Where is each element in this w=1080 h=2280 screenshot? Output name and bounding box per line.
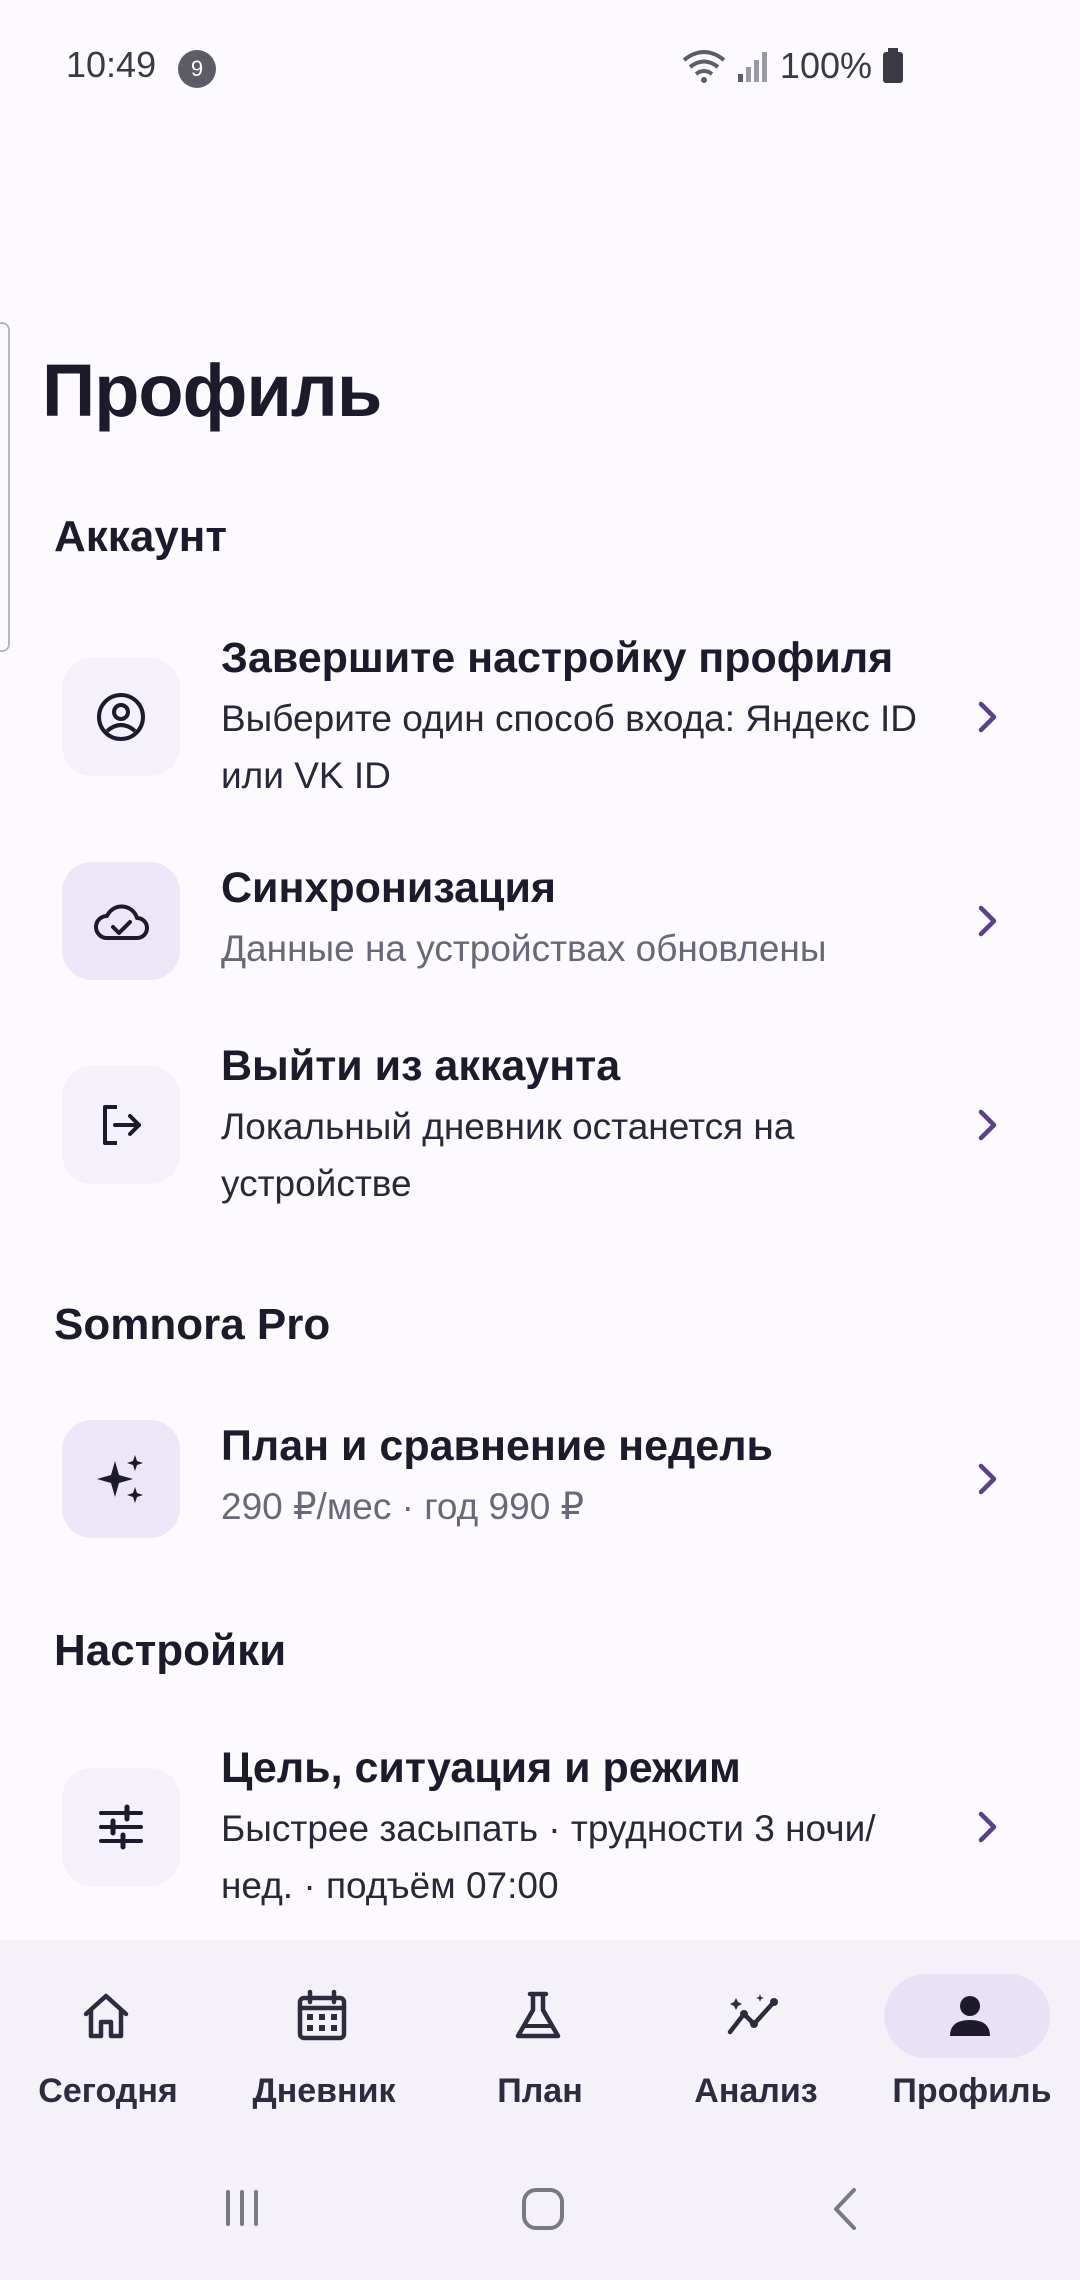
- logout-icon-tile: [62, 1066, 180, 1184]
- user-circle-icon: [97, 693, 145, 741]
- nav-label-analysis: Анализ: [694, 2072, 818, 2110]
- nav-label-today: Сегодня: [38, 2072, 178, 2110]
- section-header-settings: Настройки: [54, 1626, 287, 1675]
- page-title: Профиль: [42, 349, 382, 432]
- status-icons: 100%: [682, 44, 904, 88]
- nav-tab-diary[interactable]: Дневник: [216, 1940, 432, 2140]
- nav-tab-plan[interactable]: План: [432, 1940, 648, 2140]
- profile-setup-title: Завершите настройку профиля: [221, 634, 894, 682]
- chevron-right-icon: [978, 1109, 997, 1141]
- section-header-pro: Somnora Pro: [54, 1300, 331, 1349]
- profile-setup-row[interactable]: Завершите настройку профиля Выберите оди…: [0, 626, 1080, 806]
- home-icon: [83, 1993, 129, 2039]
- chevron-right-icon: [978, 701, 997, 733]
- goal-settings-subtitle: Быстрее засыпать · трудности 3 ночи/нед.…: [221, 1808, 876, 1906]
- profile-setup-subtitle: Выберите один способ входа: Яндекс ID ил…: [221, 698, 918, 796]
- battery-percentage: 100%: [779, 45, 872, 86]
- signal-icon: [737, 52, 767, 82]
- wifi-icon: [682, 50, 726, 83]
- nav-tab-profile[interactable]: Профиль: [864, 1940, 1080, 2140]
- sync-status-subtitle: Данные на устройствах обновлены: [221, 928, 827, 969]
- sliders-icon: [99, 1804, 143, 1850]
- goal-settings-icon-tile: [62, 1768, 180, 1886]
- recent-apps-icon[interactable]: [222, 2188, 262, 2228]
- nav-label-plan: План: [497, 2072, 583, 2110]
- calendar-icon: [297, 1989, 347, 2041]
- sync-row[interactable]: Синхронизация Данные на устройствах обно…: [0, 850, 1080, 990]
- sync-title: Синхронизация: [221, 864, 556, 912]
- logout-title: Выйти из аккаунта: [221, 1042, 621, 1090]
- pro-plan-title: План и сравнение недель: [221, 1422, 773, 1470]
- status-bar: 10:49 9 100%: [0, 0, 1080, 134]
- bottom-navigation-bar: Сегодня Дневник План Анализ Профиль: [0, 1940, 1080, 2140]
- section-header-account: Аккаунт: [54, 512, 227, 561]
- notification-count-badge: 9: [178, 50, 216, 88]
- chevron-right-icon: [978, 1463, 997, 1495]
- status-time: 10:49: [66, 44, 157, 85]
- battery-icon: [883, 48, 903, 83]
- pro-plan-price: 290 ₽/мес · год 990 ₽: [221, 1486, 585, 1527]
- chevron-right-icon: [978, 905, 997, 937]
- nav-label-profile: Профиль: [892, 2072, 1052, 2110]
- logout-subtitle: Локальный дневник останется на устройств…: [221, 1106, 795, 1204]
- system-navigation-bar: [0, 2140, 1080, 2280]
- edge-panel-handle[interactable]: [0, 322, 10, 652]
- sparkles-icon: [97, 1455, 143, 1503]
- nav-tab-analysis[interactable]: Анализ: [648, 1940, 864, 2140]
- profile-setup-icon-tile: [62, 658, 180, 776]
- cloud-check-icon: [94, 904, 149, 940]
- pro-plan-row[interactable]: План и сравнение недель 290 ₽/мес · год …: [0, 1408, 1080, 1548]
- analytics-icon: [727, 1994, 778, 2035]
- flask-icon: [515, 1991, 561, 2039]
- back-icon[interactable]: [830, 2186, 860, 2232]
- goal-settings-title: Цель, ситуация и режим: [221, 1744, 741, 1792]
- sync-icon-tile: [62, 862, 180, 980]
- home-button-icon[interactable]: [520, 2186, 566, 2232]
- person-icon: [950, 1996, 990, 2036]
- logout-icon: [103, 1105, 141, 1145]
- pro-plan-icon-tile: [62, 1420, 180, 1538]
- goal-settings-row[interactable]: Цель, ситуация и режим Быстрее засыпать …: [0, 1736, 1080, 1916]
- chevron-right-icon: [978, 1811, 997, 1843]
- logout-row[interactable]: Выйти из аккаунта Локальный дневник оста…: [0, 1034, 1080, 1214]
- profile-screen: 10:49 9 100% Профиль Аккаунт Завершите н…: [0, 0, 1080, 2280]
- nav-label-diary: Дневник: [252, 2072, 396, 2110]
- nav-tab-today[interactable]: Сегодня: [0, 1940, 216, 2140]
